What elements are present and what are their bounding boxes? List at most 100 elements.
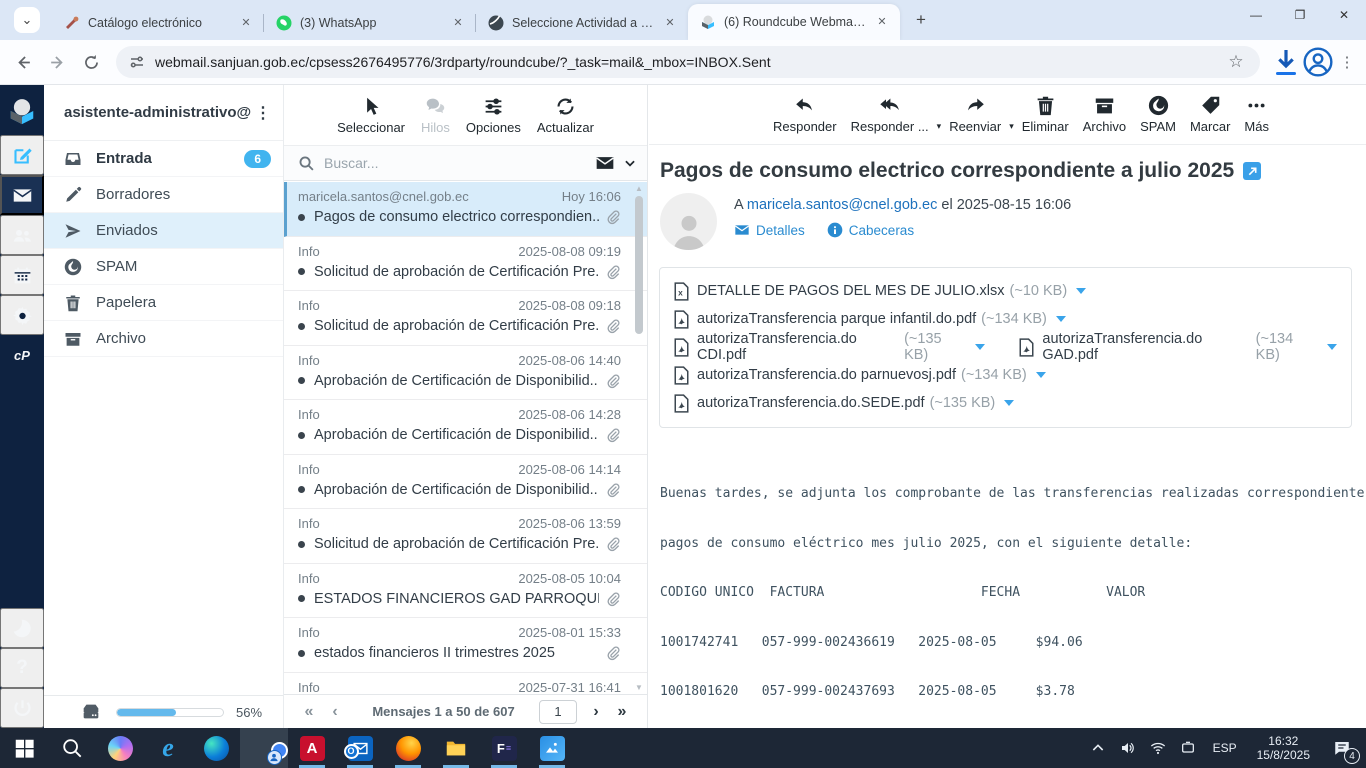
message-row[interactable]: Info 2025-08-08 09:18 Solicitud de aproba… bbox=[284, 291, 647, 346]
contacts-icon[interactable] bbox=[0, 215, 44, 255]
volume-icon[interactable] bbox=[1115, 728, 1141, 768]
attachment-menu-caret-icon[interactable] bbox=[975, 344, 986, 350]
attachment-menu-caret-icon[interactable] bbox=[1035, 372, 1046, 378]
list-scrollbar[interactable]: ▲ ▼ bbox=[634, 184, 644, 692]
attachment-menu-caret-icon[interactable] bbox=[1076, 288, 1087, 294]
folder-entrada[interactable]: Entrada 6 bbox=[44, 141, 283, 177]
minimize-button[interactable]: — bbox=[1234, 0, 1278, 30]
attachment-menu-caret-icon[interactable] bbox=[1055, 316, 1066, 322]
clock[interactable]: 16:32 15/8/2025 bbox=[1249, 728, 1318, 768]
start-button-icon[interactable] bbox=[0, 728, 48, 768]
message-row[interactable]: Info 2025-08-05 10:04 ESTADOS FINANCIEROS… bbox=[284, 564, 647, 618]
firefox-icon[interactable] bbox=[384, 728, 432, 768]
reply-all-button[interactable]: Responder ... bbox=[845, 93, 935, 136]
tablet-mode-icon[interactable] bbox=[1175, 728, 1201, 768]
internet-explorer-icon[interactable]: e bbox=[144, 728, 192, 768]
f-app-icon[interactable]: F ≡ bbox=[480, 728, 528, 768]
refresh-list-button[interactable]: Actualizar bbox=[531, 94, 600, 137]
mail-icon[interactable] bbox=[0, 175, 44, 215]
site-info-icon[interactable] bbox=[128, 53, 146, 71]
bookmark-star-icon[interactable]: ☆ bbox=[1222, 52, 1250, 72]
edge-icon[interactable] bbox=[192, 728, 240, 768]
tab-whatsapp[interactable]: (3) WhatsApp ✕ bbox=[263, 6, 476, 40]
folder-enviados[interactable]: Enviados bbox=[44, 213, 283, 249]
delete-button[interactable]: Eliminar bbox=[1016, 93, 1075, 136]
select-button[interactable]: Seleccionar bbox=[331, 94, 411, 137]
tab-actividad[interactable]: Seleccione Actividad a modific ✕ bbox=[475, 6, 688, 40]
folder-archivo[interactable]: Archivo bbox=[44, 321, 283, 357]
notification-center-icon[interactable]: 4 bbox=[1322, 728, 1362, 768]
mark-button[interactable]: Marcar bbox=[1184, 93, 1236, 136]
attachment-item[interactable]: autorizaTransferencia.do parnuevosj.pdf … bbox=[674, 365, 1046, 385]
scroll-up-icon[interactable]: ▲ bbox=[634, 184, 644, 193]
first-page-button[interactable]: « bbox=[296, 703, 322, 721]
refresh-icon[interactable] bbox=[74, 45, 108, 79]
calendar-icon[interactable] bbox=[0, 255, 44, 295]
taskbar-search-icon[interactable] bbox=[48, 728, 96, 768]
message-row[interactable]: Info 2025-08-06 14:28 Aprobación de Certi… bbox=[284, 400, 647, 455]
forward-icon[interactable] bbox=[40, 45, 74, 79]
attachment-item[interactable]: autorizaTransferencia parque infantil.do… bbox=[674, 309, 1066, 329]
folder-papelera[interactable]: Papelera bbox=[44, 285, 283, 321]
recipient-email-link[interactable]: maricela.santos@cnel.gob.ec bbox=[747, 197, 937, 213]
details-toggle[interactable]: Detalles bbox=[734, 222, 805, 238]
forward-caret-icon[interactable]: ▾ bbox=[1009, 121, 1014, 132]
copilot-icon[interactable] bbox=[96, 728, 144, 768]
omnibox[interactable]: ☆ bbox=[116, 46, 1260, 78]
message-row[interactable]: Info 2025-08-01 15:33 estados financieros… bbox=[284, 618, 647, 673]
help-icon[interactable]: ? bbox=[0, 648, 44, 688]
scrollbar-thumb[interactable] bbox=[635, 196, 643, 334]
wifi-icon[interactable] bbox=[1145, 728, 1171, 768]
search-options-chevron-icon[interactable] bbox=[615, 156, 637, 170]
language-indicator[interactable]: ESP bbox=[1205, 728, 1245, 768]
profile-icon[interactable] bbox=[1302, 46, 1334, 78]
chrome-icon[interactable] bbox=[240, 728, 288, 768]
message-row[interactable]: Info 2025-07-31 16:41 bbox=[284, 673, 647, 695]
tab-close-icon[interactable]: ✕ bbox=[874, 14, 890, 30]
tab-search-button[interactable]: ⌄ bbox=[14, 7, 40, 33]
back-icon[interactable] bbox=[6, 45, 40, 79]
tab-close-icon[interactable]: ✕ bbox=[662, 15, 678, 31]
acrobat-icon[interactable]: A bbox=[288, 728, 336, 768]
restore-button[interactable]: ❐ bbox=[1278, 0, 1322, 30]
forward-button[interactable]: Reenviar bbox=[943, 93, 1007, 136]
tab-close-icon[interactable]: ✕ bbox=[238, 15, 254, 31]
tab-close-icon[interactable]: ✕ bbox=[450, 15, 466, 31]
spam-button[interactable]: SPAM bbox=[1134, 93, 1182, 136]
threads-button[interactable]: Hilos bbox=[415, 94, 456, 137]
url-input[interactable] bbox=[155, 54, 1222, 70]
file-explorer-icon[interactable] bbox=[432, 728, 480, 768]
reply-button[interactable]: Responder bbox=[767, 93, 843, 136]
new-tab-button[interactable]: + bbox=[908, 7, 934, 33]
scroll-down-icon[interactable]: ▼ bbox=[634, 683, 644, 692]
folder-borradores[interactable]: Borradores bbox=[44, 177, 283, 213]
message-row[interactable]: Info 2025-08-06 14:40 Aprobación de Certi… bbox=[284, 346, 647, 400]
prev-page-button[interactable]: ‹ bbox=[322, 703, 348, 721]
open-in-new-window-icon[interactable] bbox=[1243, 162, 1262, 180]
tab-roundcube-active[interactable]: (6) Roundcube Webmail :: Envia ✕ bbox=[688, 4, 900, 40]
attachment-menu-caret-icon[interactable] bbox=[1004, 400, 1015, 406]
outlook-icon[interactable]: O bbox=[336, 728, 384, 768]
close-window-button[interactable]: ✕ bbox=[1322, 0, 1366, 30]
cpanel-logo-icon[interactable]: cP bbox=[0, 335, 44, 375]
more-button[interactable]: Más bbox=[1238, 93, 1275, 136]
message-row[interactable]: Info 2025-08-08 09:19 Solicitud de aproba… bbox=[284, 237, 647, 291]
archive-button[interactable]: Archivo bbox=[1077, 93, 1132, 136]
next-page-button[interactable]: › bbox=[583, 703, 609, 721]
last-page-button[interactable]: » bbox=[609, 703, 635, 721]
attachment-item[interactable]: autorizaTransferencia.do.SEDE.pdf (~135 … bbox=[674, 393, 1015, 413]
message-row[interactable]: maricela.santos@cnel.gob.ec Hoy 16:06 Pag… bbox=[284, 182, 647, 237]
headers-toggle[interactable]: Cabeceras bbox=[827, 222, 914, 238]
message-row[interactable]: Info 2025-08-06 13:59 Solicitud de aproba… bbox=[284, 509, 647, 564]
logout-power-icon[interactable] bbox=[0, 688, 44, 728]
tray-chevron-up-icon[interactable] bbox=[1085, 728, 1111, 768]
downloads-icon[interactable] bbox=[1270, 46, 1302, 78]
message-row[interactable]: Info 2025-08-06 14:14 Aprobación de Certi… bbox=[284, 455, 647, 509]
page-number-input[interactable] bbox=[539, 699, 577, 724]
attachment-item[interactable]: autorizaTransferencia.do GAD.pdf (~134 K… bbox=[1019, 331, 1337, 363]
compose-icon[interactable] bbox=[0, 135, 44, 175]
folder-spam[interactable]: SPAM bbox=[44, 249, 283, 285]
browser-menu-icon[interactable]: ⋮ bbox=[1334, 46, 1360, 78]
attachment-menu-caret-icon[interactable] bbox=[1327, 344, 1337, 350]
attachment-item[interactable]: autorizaTransferencia.do CDI.pdf (~135 K… bbox=[674, 331, 986, 363]
